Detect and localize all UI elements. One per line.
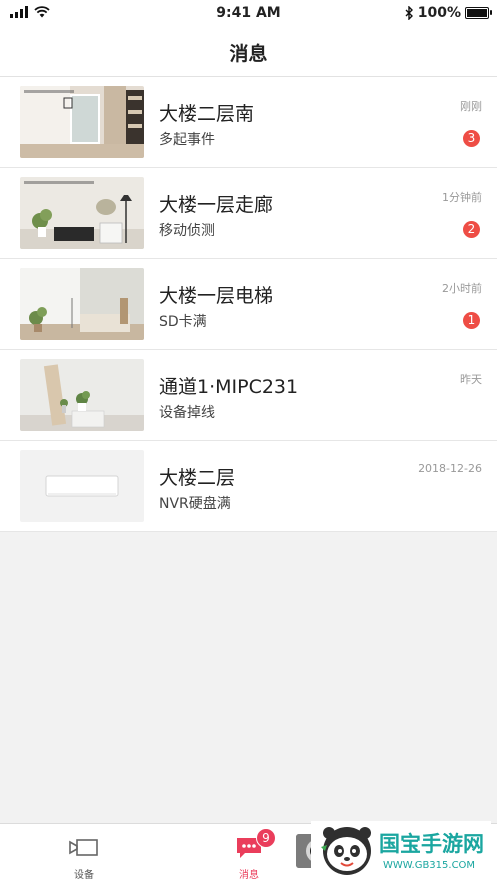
message-time: 刚刚: [460, 100, 482, 113]
message-row[interactable]: 通道1·MIPC231 设备掉线 昨天: [0, 350, 497, 441]
battery-icon: [465, 7, 492, 19]
message-row[interactable]: 大楼二层南 多起事件 刚刚 3: [0, 77, 497, 168]
event-type: 设备掉线: [159, 405, 215, 421]
tab-messages-label: 消息: [239, 870, 259, 881]
battery-percent: 100%: [417, 5, 461, 21]
camera-snapshot-thumbnail: [20, 359, 144, 431]
event-type: NVR硬盘满: [159, 496, 231, 512]
device-name: 通道1·MIPC231: [159, 376, 299, 398]
unread-count-badge: 2: [463, 221, 480, 238]
message-row[interactable]: 大楼一层电梯 SD卡满 2小时前 1: [0, 259, 497, 350]
devices-icon: [69, 839, 98, 856]
messages-count-badge: 9: [256, 828, 276, 848]
tab-messages[interactable]: 9 消息: [199, 824, 299, 884]
camera-snapshot-thumbnail: [20, 268, 144, 340]
navigation-bar: 消息: [0, 28, 497, 77]
device-thumbnail: [20, 450, 144, 522]
unread-count-badge: 3: [463, 130, 480, 147]
tab-devices-label: 设备: [74, 870, 94, 881]
watermark-url: WWW.GB315.COM: [383, 860, 475, 871]
device-name: 大楼一层电梯: [159, 285, 274, 307]
camera-snapshot-thumbnail: [20, 86, 144, 158]
bluetooth-icon: [405, 6, 413, 20]
device-name: 大楼二层: [159, 467, 236, 489]
device-name: 大楼一层走廊: [159, 194, 274, 216]
tab-devices[interactable]: 设备: [34, 824, 134, 884]
battery-group: 100%: [405, 5, 492, 21]
event-type: 多起事件: [159, 132, 215, 148]
event-type: SD卡满: [159, 314, 207, 330]
status-bar: 9:41 AM 100%: [0, 0, 497, 28]
message-list: 大楼二层南 多起事件 刚刚 3 大楼一层走廊 移动侦测 1分钟前 2 大楼一层电…: [0, 77, 497, 532]
page-title: 消息: [229, 43, 268, 65]
message-row[interactable]: 大楼一层走廊 移动侦测 1分钟前 2: [0, 168, 497, 259]
message-time: 2018-12-26: [418, 462, 482, 475]
site-watermark: 国宝手游网 WWW.GB315.COM: [311, 821, 491, 879]
camera-snapshot-thumbnail: [20, 177, 144, 249]
message-time: 1分钟前: [442, 191, 482, 204]
event-type: 移动侦测: [159, 223, 215, 239]
device-name: 大楼二层南: [159, 103, 255, 125]
message-row[interactable]: 大楼二层 NVR硬盘满 2018-12-26: [0, 441, 497, 532]
message-time: 2小时前: [442, 282, 482, 295]
message-time: 昨天: [460, 373, 482, 386]
watermark-brand: 国宝手游网: [379, 832, 484, 856]
unread-count-badge: 1: [463, 312, 480, 329]
